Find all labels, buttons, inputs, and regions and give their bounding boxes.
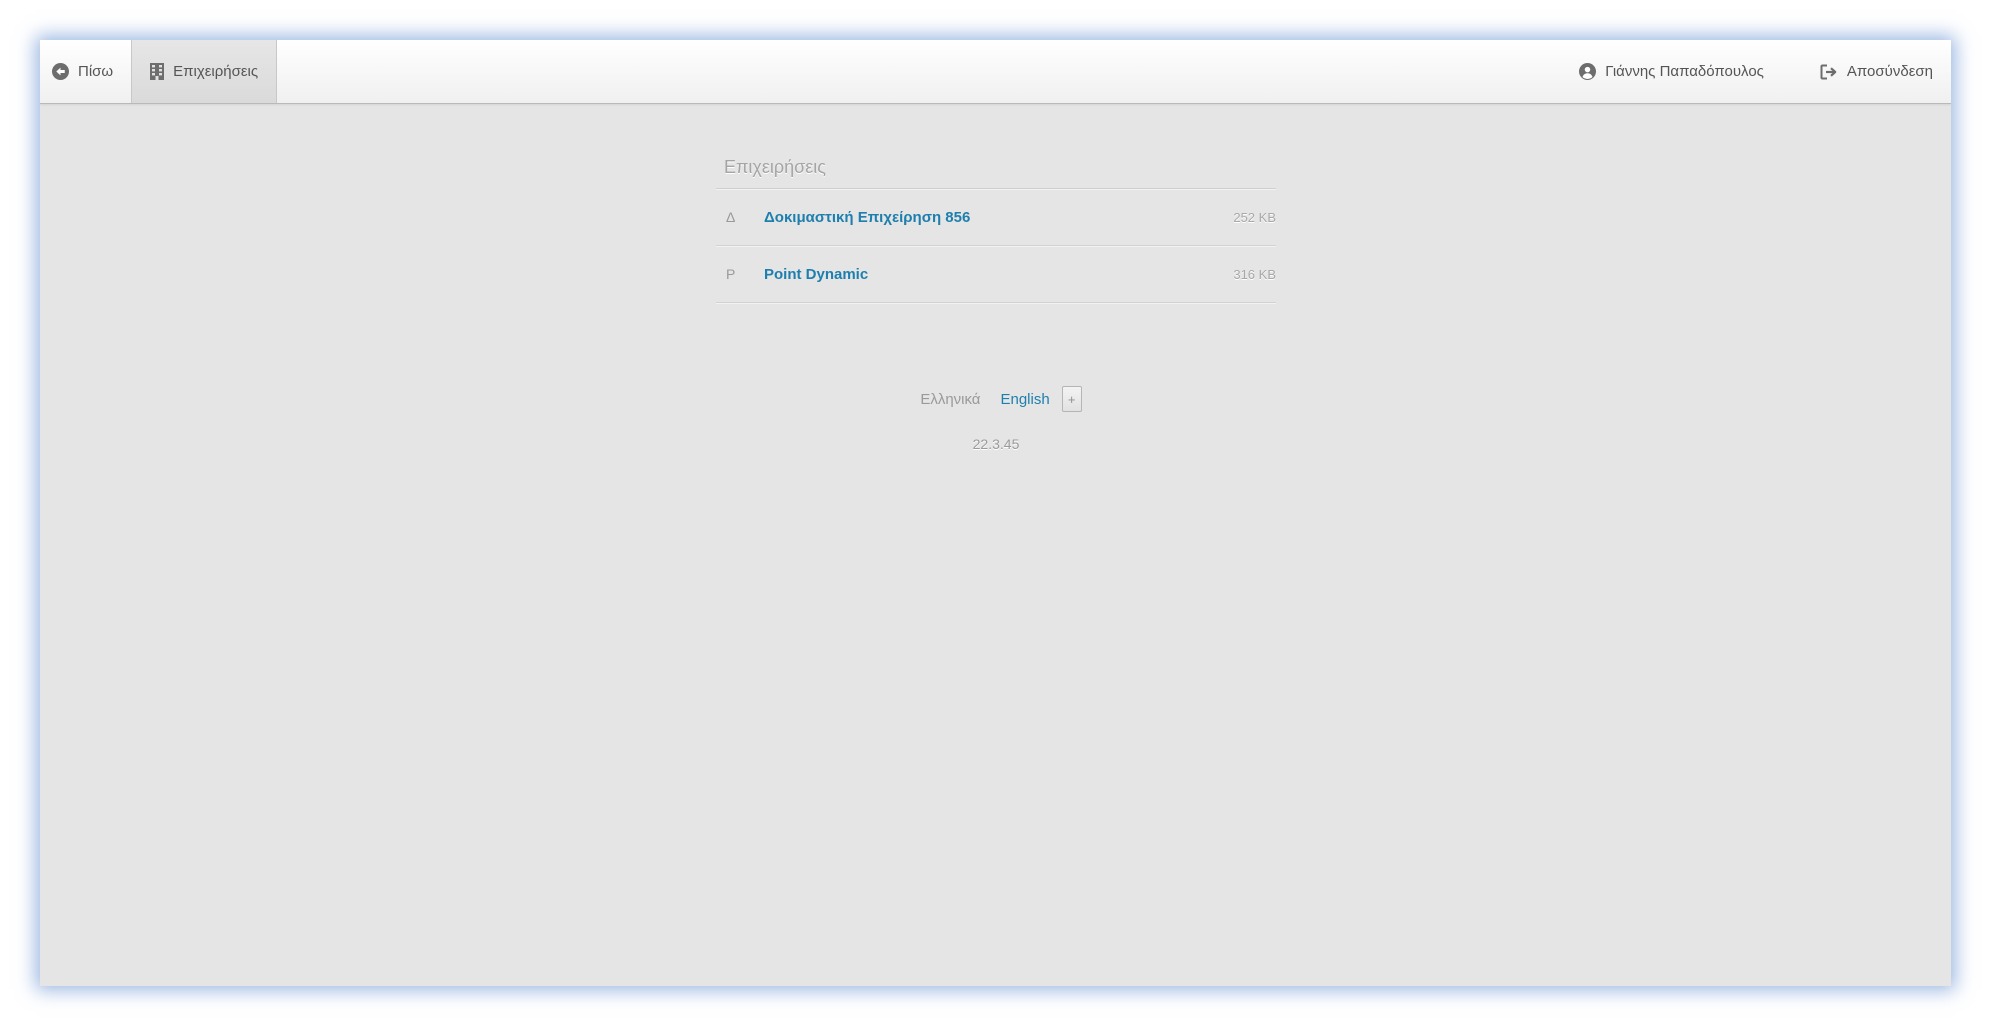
section-title: Επιχειρήσεις xyxy=(716,156,1276,189)
back-button[interactable]: Πίσω xyxy=(40,40,131,103)
business-size: 252 KB xyxy=(1233,209,1276,225)
businesses-panel: Επιχειρήσεις Δ Δοκιμαστική Επιχείρηση 85… xyxy=(716,156,1276,303)
business-row[interactable]: P Point Dynamic 316 KB xyxy=(716,246,1276,303)
nav-left: Πίσω Επιχειρήσεις xyxy=(40,40,278,103)
business-name-link[interactable]: Δοκιμαστική Επιχείρηση 856 xyxy=(764,209,1233,226)
business-initial: P xyxy=(726,266,736,282)
top-navbar: Πίσω Επιχειρήσεις Γιάννης Παπαδόπουλος Α… xyxy=(40,40,1951,104)
add-language-button[interactable]: + xyxy=(1061,386,1082,412)
language-english-link[interactable]: English xyxy=(1000,391,1049,408)
nav-right: Γιάννης Παπαδόπουλος Αποσύνδεση xyxy=(1561,40,1951,103)
language-greek[interactable]: Ελληνικά xyxy=(920,391,980,408)
logout-label: Αποσύνδεση xyxy=(1846,63,1933,80)
back-label: Πίσω xyxy=(78,63,114,80)
business-size: 316 KB xyxy=(1233,266,1276,282)
user-circle-icon xyxy=(1579,63,1597,80)
version-label: 22.3.45 xyxy=(972,436,1020,452)
business-row[interactable]: Δ Δοκιμαστική Επιχείρηση 856 252 KB xyxy=(716,189,1276,246)
business-name-link[interactable]: Point Dynamic xyxy=(764,266,1233,283)
building-icon xyxy=(150,63,165,80)
businesses-tab[interactable]: Επιχειρήσεις xyxy=(131,40,278,103)
logout-button[interactable]: Αποσύνδεση xyxy=(1802,40,1951,103)
businesses-tab-label: Επιχειρήσεις xyxy=(173,63,259,80)
user-menu[interactable]: Γιάννης Παπαδόπουλος xyxy=(1561,40,1802,103)
circle-arrow-left-icon xyxy=(52,63,69,80)
app-window: Πίσω Επιχειρήσεις Γιάννης Παπαδόπουλος Α… xyxy=(40,40,1951,986)
language-selector: Ελληνικά English + xyxy=(716,386,1276,412)
business-initial: Δ xyxy=(726,209,736,225)
user-name: Γιάννης Παπαδόπουλος xyxy=(1605,63,1764,80)
sign-out-icon xyxy=(1820,64,1837,79)
